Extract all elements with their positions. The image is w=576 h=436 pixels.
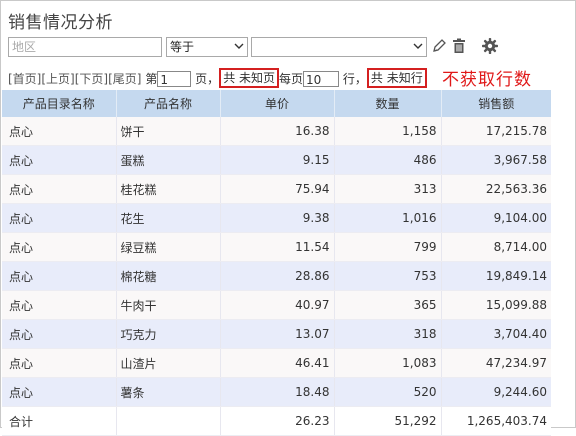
table-cell: 22,563.36 bbox=[441, 174, 551, 204]
table-cell: 17,215.78 bbox=[441, 117, 551, 146]
table-cell: 15,099.88 bbox=[441, 290, 551, 320]
per-page-label: 每页 bbox=[279, 72, 304, 86]
table-cell: 点心 bbox=[2, 203, 117, 233]
page-title: 销售情况分析 bbox=[8, 13, 113, 33]
page-size-input[interactable]: 10 bbox=[303, 70, 340, 87]
table-cell: 点心 bbox=[2, 174, 117, 204]
table-cell: 点心 bbox=[2, 145, 117, 175]
total-row: 合计 26.23 51,292 1,265,403.74 bbox=[2, 406, 551, 436]
chevron-down-icon bbox=[413, 43, 423, 49]
table-row: 点心 山渣片 46.41 1,083 47,234.97 bbox=[2, 348, 551, 378]
page-suffix: 页， bbox=[195, 72, 220, 86]
table-cell: 饼干 bbox=[116, 117, 221, 146]
table-cell: 11.54 bbox=[220, 232, 335, 262]
table-cell: 8,714.00 bbox=[441, 232, 551, 262]
table-cell: 点心 bbox=[2, 117, 117, 146]
total-cell: 51,292 bbox=[334, 406, 442, 436]
table-cell: 753 bbox=[334, 261, 442, 291]
total-cell: 1,265,403.74 bbox=[441, 406, 551, 436]
annotation-note: 不获取行数 bbox=[442, 70, 532, 90]
table-cell: 520 bbox=[334, 377, 442, 407]
prev-page-link[interactable]: [上页] bbox=[41, 72, 74, 86]
table-row: 点心 巧克力 13.07 318 3,704.40 bbox=[2, 319, 551, 349]
table-cell: 75.94 bbox=[220, 174, 335, 204]
table-cell: 1,016 bbox=[334, 203, 442, 233]
total-cell: 26.23 bbox=[220, 406, 335, 436]
table-cell: 点心 bbox=[2, 261, 117, 291]
table-cell: 山渣片 bbox=[116, 348, 221, 378]
column-header: 单价 bbox=[220, 90, 335, 117]
table-cell: 47,234.97 bbox=[441, 348, 551, 378]
total-cell bbox=[116, 406, 221, 436]
table-cell: 16.38 bbox=[220, 117, 335, 146]
first-page-link[interactable]: [首页] bbox=[8, 72, 41, 86]
table-cell: 点心 bbox=[2, 377, 117, 407]
table-cell: 486 bbox=[334, 145, 442, 175]
table-cell: 3,967.58 bbox=[441, 145, 551, 175]
table-header-row: 产品目录名称 产品名称 单价 数量 销售额 bbox=[2, 90, 551, 117]
table-cell: 点心 bbox=[2, 290, 117, 320]
last-page-link[interactable]: [尾页] bbox=[108, 72, 141, 86]
page-number-input[interactable]: 1 bbox=[157, 70, 192, 87]
table-cell: 1,158 bbox=[334, 117, 442, 146]
table-cell: 9.15 bbox=[220, 145, 335, 175]
operator-select[interactable]: 等于 bbox=[166, 37, 248, 57]
table-cell: 9,244.60 bbox=[441, 377, 551, 407]
table-row: 点心 薯条 18.48 520 9,244.60 bbox=[2, 377, 551, 407]
table-cell: 28.86 bbox=[220, 261, 335, 291]
page-prefix: 第 bbox=[145, 72, 158, 86]
total-rows-label: 共 未知行 bbox=[366, 68, 427, 88]
field-name-input[interactable]: 地区 bbox=[8, 37, 162, 57]
pager: [首页][上页][下页][尾页] 第1 页，共 未知页 每页 10 行，共 未知行 bbox=[8, 68, 427, 88]
edit-icon[interactable] bbox=[430, 37, 448, 55]
table-cell: 799 bbox=[334, 232, 442, 262]
table-row: 点心 棉花糖 28.86 753 19,849.14 bbox=[2, 261, 551, 291]
table-cell: 蛋糕 bbox=[116, 145, 221, 175]
delete-icon[interactable] bbox=[450, 37, 468, 55]
table-cell: 棉花糖 bbox=[116, 261, 221, 291]
column-header: 产品名称 bbox=[116, 90, 221, 117]
report-panel: 销售情况分析 地区 等于 [首页][上页][下页][尾页] 第 1 页， 共 未… bbox=[0, 0, 576, 436]
table-row: 点心 蛋糕 9.15 486 3,967.58 bbox=[2, 145, 551, 175]
value-select[interactable] bbox=[251, 37, 427, 57]
table-cell: 13.07 bbox=[220, 319, 335, 349]
table-row: 点心 牛肉干 40.97 365 15,099.88 bbox=[2, 290, 551, 320]
table-cell: 花生 bbox=[116, 203, 221, 233]
table-cell: 桂花糕 bbox=[116, 174, 221, 204]
table-row: 点心 饼干 16.38 1,158 17,215.78 bbox=[2, 117, 551, 146]
table-row: 点心 花生 9.38 1,016 9,104.00 bbox=[2, 203, 551, 233]
table-cell: 巧克力 bbox=[116, 319, 221, 349]
table-cell: 9.38 bbox=[220, 203, 335, 233]
settings-icon[interactable] bbox=[481, 37, 499, 55]
table-cell: 9,104.00 bbox=[441, 203, 551, 233]
table-cell: 点心 bbox=[2, 232, 117, 262]
total-pages-label: 共 未知页 bbox=[219, 68, 280, 88]
table-cell: 点心 bbox=[2, 319, 117, 349]
table-cell: 40.97 bbox=[220, 290, 335, 320]
table-cell: 18.48 bbox=[220, 377, 335, 407]
table-row: 点心 绿豆糕 11.54 799 8,714.00 bbox=[2, 232, 551, 262]
total-cell: 合计 bbox=[2, 406, 117, 436]
table-cell: 19,849.14 bbox=[441, 261, 551, 291]
column-header: 产品目录名称 bbox=[2, 90, 117, 117]
operator-value: 等于 bbox=[170, 40, 195, 54]
table-cell: 点心 bbox=[2, 348, 117, 378]
table-cell: 薯条 bbox=[116, 377, 221, 407]
table-cell: 46.41 bbox=[220, 348, 335, 378]
table-cell: 318 bbox=[334, 319, 442, 349]
table-cell: 3,704.40 bbox=[441, 319, 551, 349]
column-header: 销售额 bbox=[441, 90, 551, 117]
row-suffix: 行， bbox=[342, 72, 367, 86]
table-cell: 牛肉干 bbox=[116, 290, 221, 320]
table-row: 点心 桂花糕 75.94 313 22,563.36 bbox=[2, 174, 551, 204]
table-cell: 绿豆糕 bbox=[116, 232, 221, 262]
table-cell: 1,083 bbox=[334, 348, 442, 378]
column-header: 数量 bbox=[334, 90, 442, 117]
table-cell: 313 bbox=[334, 174, 442, 204]
next-page-link[interactable]: [下页] bbox=[75, 72, 108, 86]
sales-table: 产品目录名称 产品名称 单价 数量 销售额 点心 饼干 16.38 1,158 17,2… bbox=[2, 90, 551, 436]
table-cell: 365 bbox=[334, 290, 442, 320]
chevron-down-icon bbox=[234, 43, 244, 49]
